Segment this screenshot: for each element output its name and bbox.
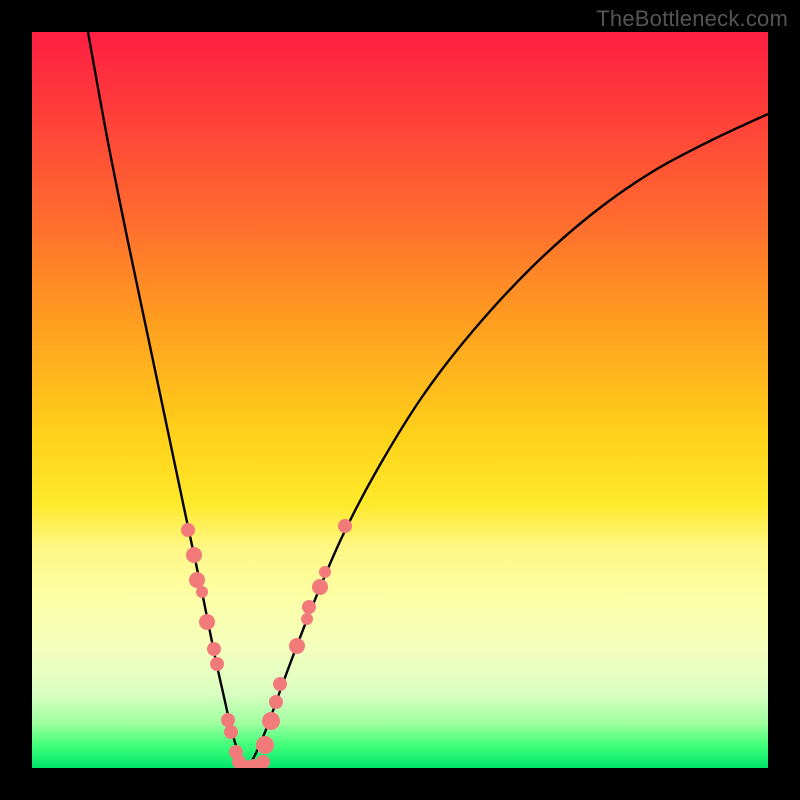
data-point	[181, 523, 195, 537]
data-point	[256, 736, 274, 754]
data-point	[289, 638, 305, 654]
data-point	[319, 566, 331, 578]
data-point	[302, 600, 316, 614]
data-point	[273, 677, 287, 691]
data-point	[338, 519, 352, 533]
data-point	[199, 614, 215, 630]
data-point	[301, 613, 313, 625]
chart-frame: TheBottleneck.com	[0, 0, 800, 800]
data-point	[221, 713, 235, 727]
data-point	[186, 547, 202, 563]
plot-area	[32, 32, 768, 768]
data-point	[269, 695, 283, 709]
watermark-text: TheBottleneck.com	[596, 6, 788, 32]
data-point	[224, 725, 238, 739]
data-point	[262, 712, 280, 730]
data-point	[210, 657, 224, 671]
bottleneck-curve	[88, 32, 768, 767]
chart-svg	[32, 32, 768, 768]
data-point	[207, 642, 221, 656]
data-point	[256, 755, 270, 768]
data-point	[312, 579, 328, 595]
data-point	[196, 586, 208, 598]
data-point	[189, 572, 205, 588]
